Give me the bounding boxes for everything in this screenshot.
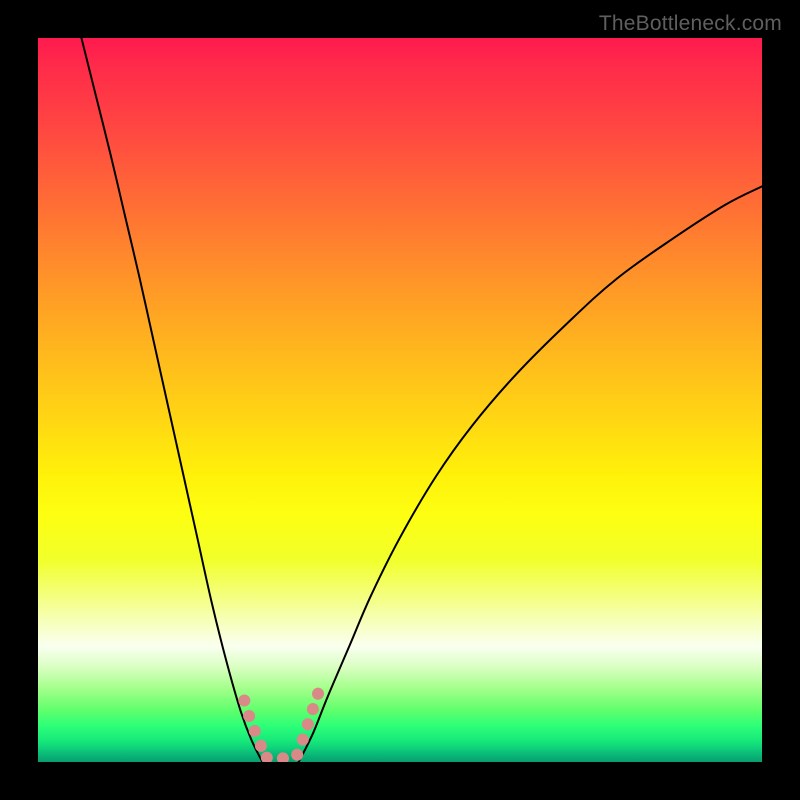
watermark-text: TheBottleneck.com [599, 12, 782, 36]
curve-layer [38, 38, 762, 762]
series-right-branch [299, 186, 762, 762]
plot-area [38, 38, 762, 762]
chart-frame: TheBottleneck.com [0, 0, 800, 800]
series-bottom-marker-flat [267, 758, 296, 759]
series-left-branch [81, 38, 262, 762]
